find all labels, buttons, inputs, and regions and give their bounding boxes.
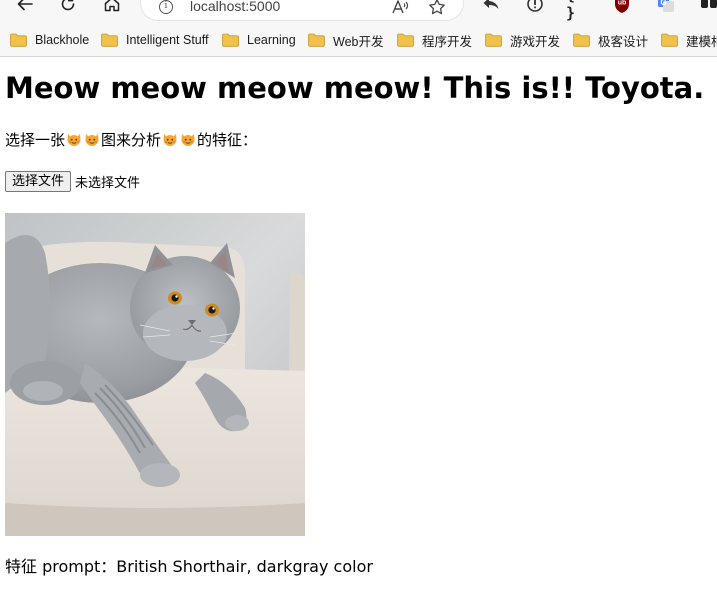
braces-icon[interactable]: { }: [566, 0, 590, 22]
bookmark-program-dev[interactable]: 程序开发: [397, 31, 472, 49]
bookmark-label: 游戏开发: [510, 34, 561, 49]
file-input[interactable]: 选择文件 未选择文件: [5, 171, 140, 192]
bookmark-web-dev[interactable]: Web开发: [308, 31, 383, 49]
instruction-part: 的特征：: [197, 131, 258, 149]
folder-icon: [573, 33, 590, 47]
back-arrow-icon[interactable]: [13, 0, 37, 16]
bookmark-label: Blackhole: [35, 33, 90, 47]
bookmark-label: 程序开发: [422, 34, 473, 49]
bookmark-label: 极客设计: [598, 34, 649, 49]
cat-face-emoji: [181, 134, 195, 146]
bookmark-learning[interactable]: Learning: [222, 31, 296, 49]
cat-photo: [5, 213, 305, 536]
reply-icon[interactable]: [479, 0, 503, 16]
browser-toolbar: i localhost:5000 { } ub G: [0, 0, 717, 22]
cat-face-emoji: [85, 134, 99, 146]
address-bar[interactable]: i localhost:5000: [141, 0, 463, 20]
bookmark-label: Learning: [247, 33, 296, 47]
instruction-part: 图来分析: [101, 131, 162, 149]
bookmark-game-dev[interactable]: 游戏开发: [485, 31, 560, 49]
instruction-text: 选择一张 图来分析 的特征：: [5, 129, 257, 151]
extensions-icon[interactable]: [697, 0, 717, 16]
bookmark-blackhole[interactable]: Blackhole: [10, 31, 89, 49]
read-aloud-icon[interactable]: [391, 0, 409, 19]
folder-icon: [661, 33, 678, 47]
instruction-part: 选择一张: [5, 131, 66, 149]
result-prompt-text: 特征 prompt：British Shorthair, darkgray co…: [5, 557, 373, 576]
page-title: Meow meow meow meow! This is!! Toyota.: [5, 71, 705, 105]
folder-icon: [222, 33, 239, 47]
folder-icon: [308, 33, 325, 47]
svg-text:G: G: [660, 0, 666, 7]
cat-face-emoji: [163, 134, 177, 146]
file-status-text: 未选择文件: [75, 176, 141, 191]
bookmark-intelligent-stuff[interactable]: Intelligent Stuff: [101, 31, 208, 49]
folder-icon: [485, 33, 502, 47]
info-circle-icon[interactable]: [523, 0, 547, 16]
url-text[interactable]: localhost:5000: [190, 0, 280, 14]
favorite-star-icon[interactable]: [428, 0, 446, 20]
folder-icon: [101, 33, 118, 47]
bookmarks-bar: Blackhole Intelligent Stuff Learning Web…: [0, 22, 717, 57]
ublock-label: ub: [618, 0, 627, 7]
bookmark-modeling[interactable]: 建模相: [661, 31, 717, 49]
folder-icon: [397, 33, 414, 47]
bookmark-label: Intelligent Stuff: [126, 33, 209, 47]
bookmark-label: 建模相: [686, 34, 717, 49]
refresh-icon[interactable]: [56, 0, 80, 16]
page-content: Meow meow meow meow! This is!! Toyota. 选…: [0, 58, 717, 608]
ublock-shield-icon[interactable]: ub: [610, 0, 634, 16]
folder-icon: [10, 33, 27, 47]
bookmark-label: Web开发: [333, 34, 384, 49]
site-info-icon[interactable]: i: [159, 0, 173, 14]
choose-file-button[interactable]: 选择文件: [5, 171, 72, 192]
cat-face-emoji: [67, 134, 81, 146]
translate-icon[interactable]: G: [654, 0, 678, 16]
home-icon[interactable]: [100, 0, 124, 16]
bookmark-geek-design[interactable]: 极客设计: [573, 31, 648, 49]
